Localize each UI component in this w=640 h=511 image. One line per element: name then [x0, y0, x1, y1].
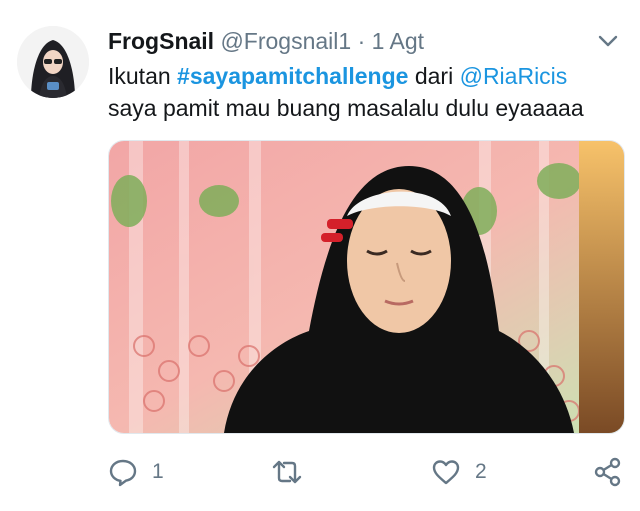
avatar[interactable]	[17, 26, 89, 98]
media-image	[109, 141, 624, 433]
chevron-down-icon[interactable]	[598, 34, 618, 48]
share-button[interactable]	[593, 452, 623, 492]
retweet-icon	[270, 457, 304, 487]
display-name[interactable]: FrogSnail	[108, 28, 214, 54]
tweet-date[interactable]: 1 Agt	[372, 28, 424, 54]
retweet-button[interactable]	[270, 452, 318, 492]
tweet-text-line-2: saya pamit mau buang masalalu dulu eyaaa…	[108, 95, 584, 121]
handle[interactable]: @Frogsnail1	[220, 28, 351, 54]
tweet-text: Ikutan #sayapamitchallenge dari @RiaRici…	[108, 60, 620, 124]
reply-button[interactable]: 1	[108, 452, 164, 492]
reply-icon	[108, 457, 138, 487]
tweet-actions: 1 2	[108, 452, 623, 492]
tweet-header: FrogSnail @Frogsnail1 · 1 Agt	[108, 26, 620, 56]
text-mid: dari	[408, 63, 460, 89]
like-count: 2	[475, 460, 487, 483]
share-icon	[593, 457, 623, 487]
text-prefix: Ikutan	[108, 63, 178, 89]
tweet-media[interactable]	[108, 140, 625, 434]
tweet-text-line-1: Ikutan #sayapamitchallenge dari @RiaRici…	[108, 60, 620, 92]
mention-link[interactable]: @RiaRicis	[460, 63, 568, 89]
like-button[interactable]: 2	[431, 452, 487, 492]
separator: ·	[357, 28, 366, 54]
like-icon	[431, 457, 461, 487]
reply-count: 1	[152, 460, 164, 483]
hashtag-link[interactable]: #sayapamitchallenge	[177, 63, 408, 89]
